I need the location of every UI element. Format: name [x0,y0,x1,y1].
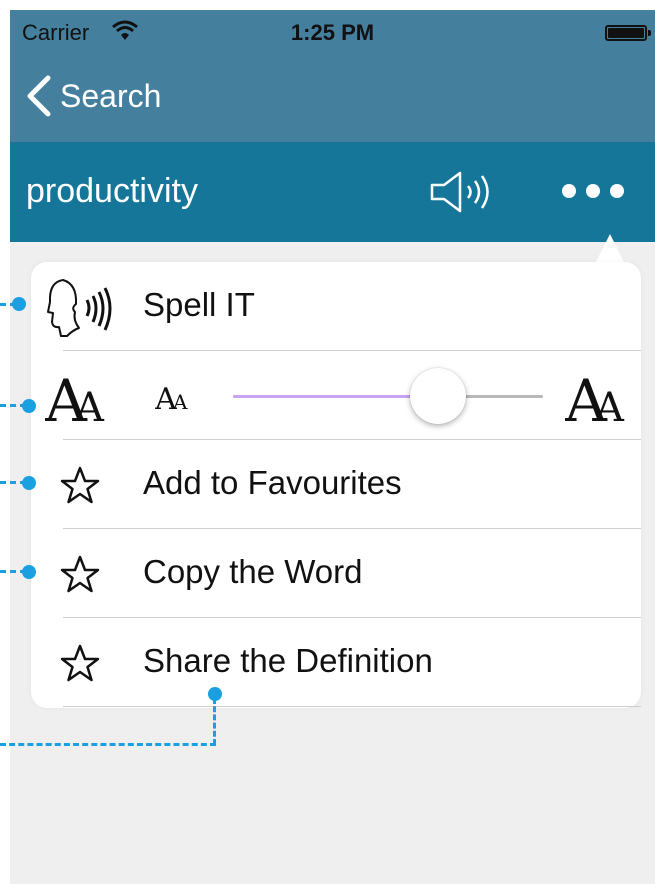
options-popover: Spell IT A A A A A A Add to Favourites C… [31,262,641,708]
font-size-row: A A A A A A [31,351,641,440]
star-icon [60,466,100,504]
svg-text:A: A [74,385,105,431]
large-font-icon: A A [565,367,625,433]
star-icon [60,644,100,682]
menu-item-label: Share the Definition [143,642,433,679]
star-icon [60,555,100,593]
speaking-head-icon [47,279,112,337]
menu-item-spell[interactable]: Spell IT [31,262,641,351]
callout-dot [22,476,36,490]
menu-item-label: Copy the Word [143,553,363,590]
battery-icon [605,25,651,41]
callout-dot [12,297,26,311]
more-options-button[interactable] [562,184,632,204]
svg-text:A: A [172,390,188,414]
font-size-slider[interactable] [233,368,543,424]
status-time: 1:25 PM [290,20,375,45]
status-bar: Carrier 1:25 PM [10,10,655,52]
speaker-icon[interactable] [430,170,498,214]
callout-line [213,698,216,745]
slider-thumb[interactable] [409,368,466,424]
row-divider [63,706,641,707]
svg-text:A: A [594,385,625,431]
large-font-icon: A A [45,367,105,433]
menu-item-label: Spell IT [143,286,255,323]
dot-icon [586,184,600,198]
callout-dot [22,399,36,413]
popover-arrow [596,234,624,262]
word-title: productivity [26,172,198,210]
slider-fill [233,395,438,398]
menu-item-copy-word[interactable]: Copy the Word [31,529,641,618]
dot-icon [610,184,624,198]
back-button[interactable]: Search [24,74,161,118]
menu-item-add-favourites[interactable]: Add to Favourites [31,440,641,529]
callout-line [0,743,216,746]
phone-screen: Carrier 1:25 PM Search productivity Spel… [10,10,655,884]
back-label: Search [60,77,162,114]
small-font-icon: A A [155,382,188,417]
word-header: productivity [10,142,655,242]
callout-dot [22,565,36,579]
dot-icon [562,184,576,198]
menu-item-label: Add to Favourites [143,464,402,501]
chevron-left-icon [27,75,51,117]
menu-item-share-definition[interactable]: Share the Definition [31,618,641,707]
navigation-bar: Search [10,52,655,142]
